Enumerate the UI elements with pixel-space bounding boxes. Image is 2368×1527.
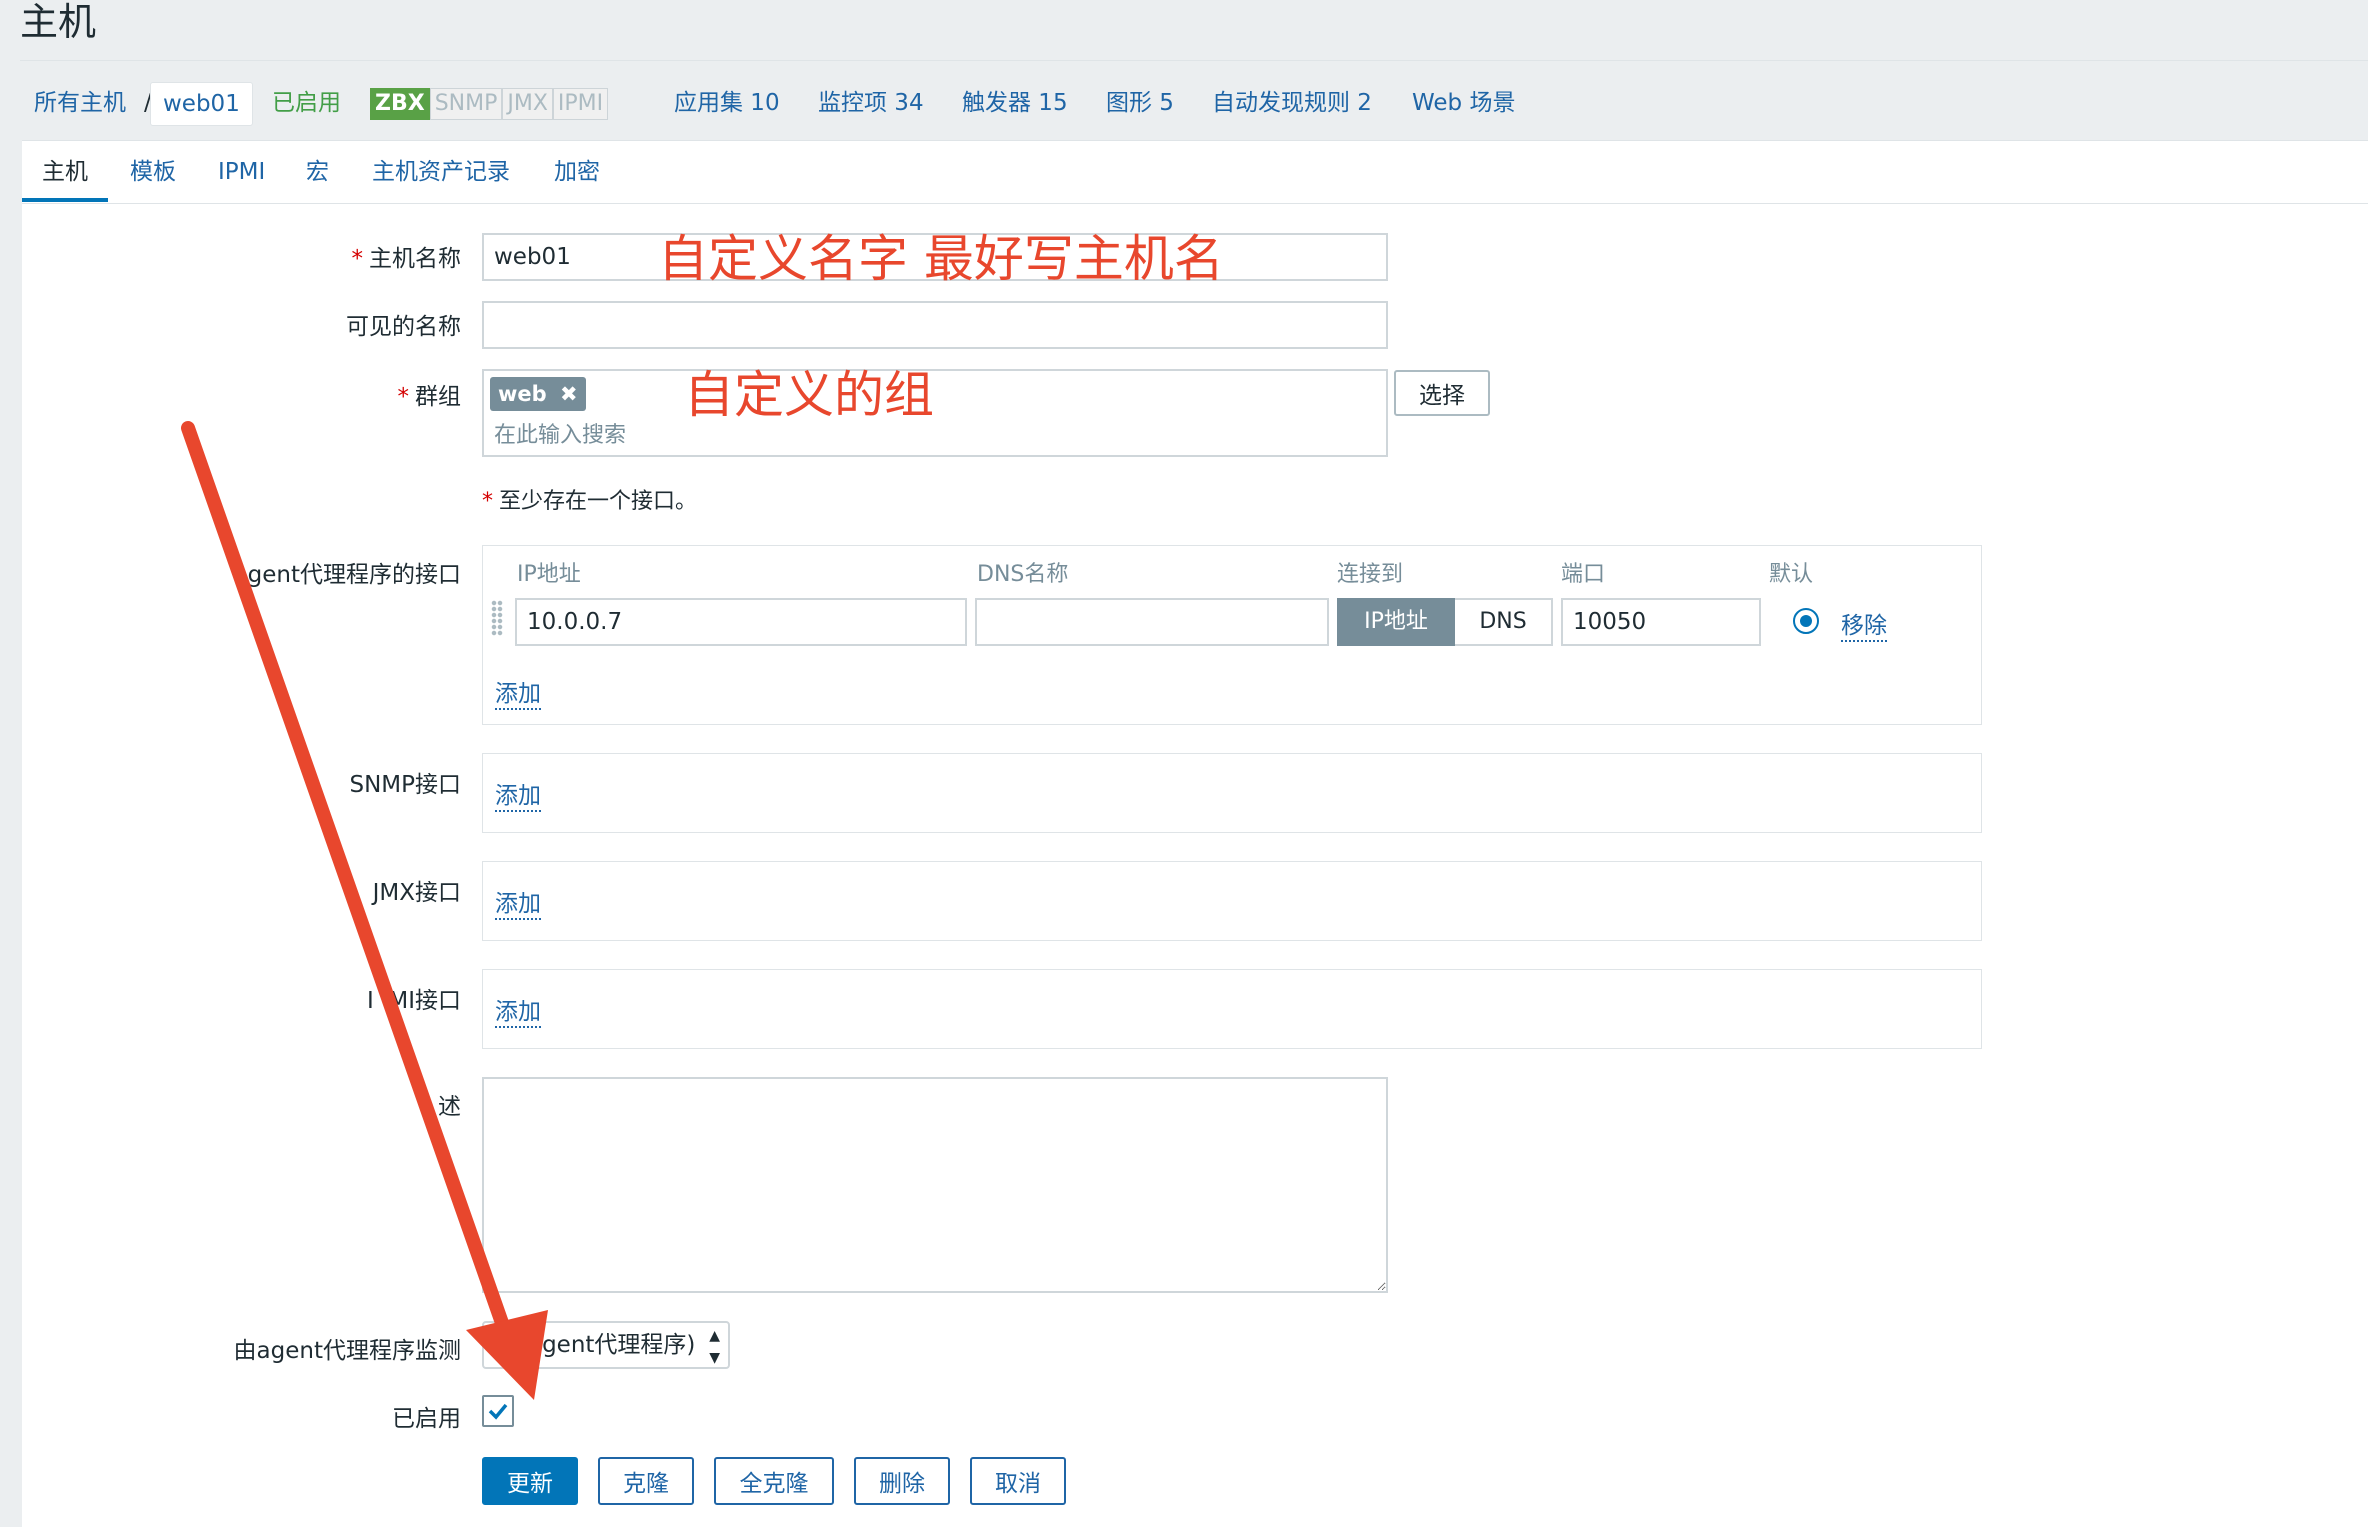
annotation-arrow-shaft (181, 421, 515, 1347)
annotation-arrow (181, 421, 548, 1400)
annotation-arrow-head (466, 1310, 548, 1400)
